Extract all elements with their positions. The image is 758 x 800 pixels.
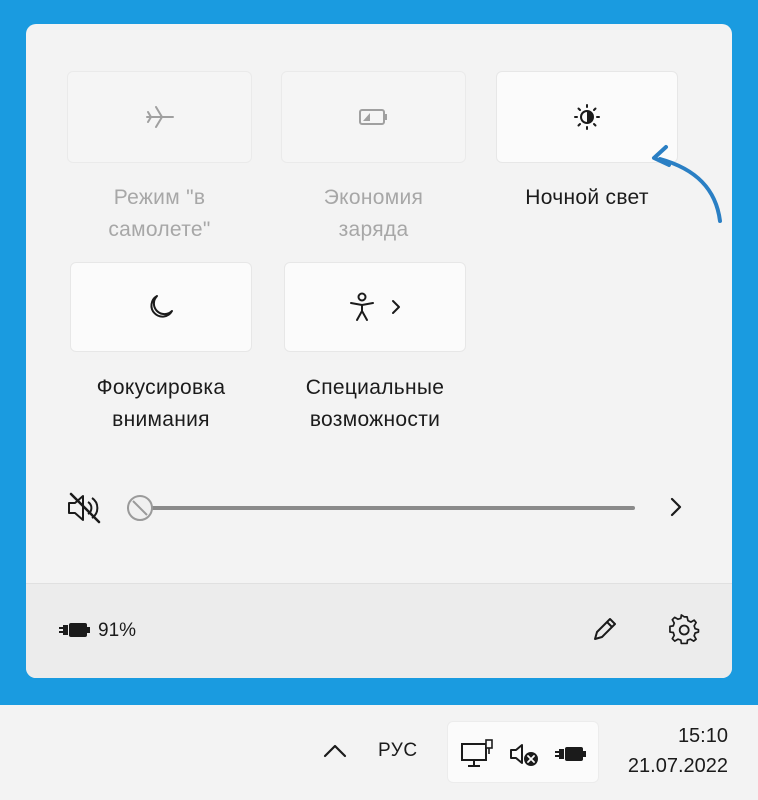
volume-chevron-right-icon[interactable] [664,494,688,520]
moon-icon [146,292,176,322]
annotation-arrow [652,145,722,223]
airplane-icon [144,103,176,131]
chevron-right-icon[interactable] [390,298,402,316]
clock-time[interactable]: 15:10 [678,725,728,748]
taskbar: РУС 15:10 21.07.2022 [0,705,758,800]
airplane-mode-label: Режим "в самолете" [108,186,211,241]
clock-date[interactable]: 21.07.2022 [628,755,728,778]
battery-charging-tray-icon [553,742,587,766]
night-light-icon [573,103,601,131]
accessibility-toggle[interactable] [284,262,466,352]
system-tray-quick-settings-button[interactable] [447,721,599,783]
accessibility-icon [348,292,376,322]
focus-assist-label: Фокусировка внимания [96,376,226,431]
volume-slider-thumb[interactable] [127,495,153,521]
speaker-muted-icon[interactable] [64,491,104,525]
volume-slider-track[interactable] [127,506,635,510]
speaker-muted-tray-icon [509,742,541,768]
quick-settings-panel: Режим "в самолете" Экономия заряда Ночно… [26,24,732,678]
battery-saver-label: Экономия заряда [323,186,424,241]
battery-charging-icon[interactable] [57,618,91,642]
network-wired-icon [460,738,494,770]
battery-saver-toggle[interactable] [281,71,466,163]
input-language-indicator[interactable]: РУС [378,740,418,762]
battery-percent: 91% [98,620,137,641]
airplane-mode-toggle[interactable] [67,71,252,163]
focus-assist-toggle[interactable] [70,262,252,352]
battery-saver-icon [357,106,391,128]
show-hidden-icons-chevron-up-icon[interactable] [320,741,350,761]
accessibility-label: Специальные возможности [305,376,445,431]
edit-pencil-icon[interactable] [590,614,620,644]
settings-gear-icon[interactable] [669,614,701,646]
